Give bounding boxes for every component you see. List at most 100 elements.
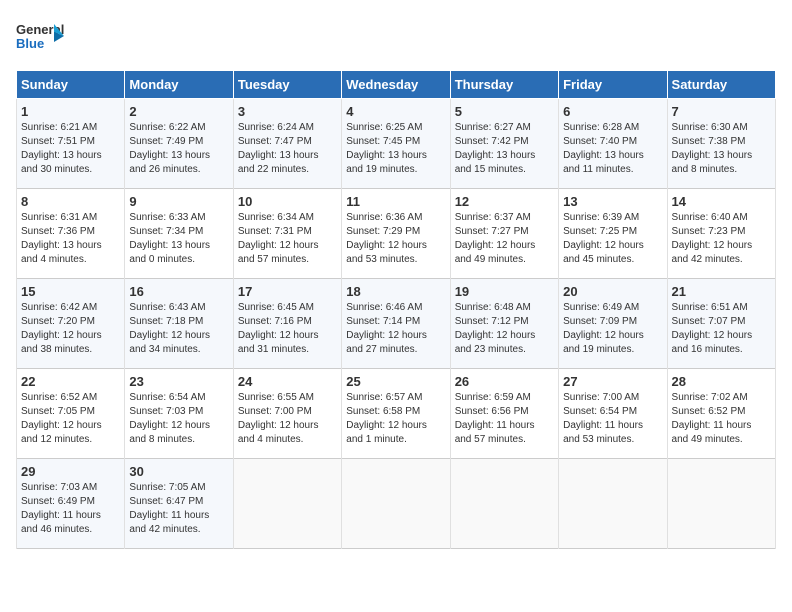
calendar-cell: 17Sunrise: 6:45 AM Sunset: 7:16 PM Dayli… — [233, 279, 341, 369]
weekday-header: Wednesday — [342, 71, 450, 99]
calendar-cell: 27 Sunrise: 7:00 AM Sunset: 6:54 PM Dayli… — [559, 369, 667, 459]
calendar-cell: 14 Sunrise: 6:40 AM Sunset: 7:23 PM Dayli… — [667, 189, 775, 279]
day-info: Sunrise: 7:03 AM Sunset: 6:49 PM Dayligh… — [21, 481, 120, 537]
calendar-cell — [233, 459, 341, 549]
day-info: Sunrise: 6:54 AM Sunset: 7:03 PM Dayligh… — [129, 391, 228, 447]
day-info: Sunrise: 6:21 AM Sunset: 7:51 PM Dayligh… — [21, 121, 120, 177]
calendar-cell: 26 Sunrise: 6:59 AM Sunset: 6:56 PM Dayli… — [450, 369, 558, 459]
day-number: 27 — [563, 374, 662, 389]
day-number: 7 — [672, 104, 771, 119]
calendar-cell: 15 Sunrise: 6:42 AM Sunset: 7:20 PM Dayli… — [17, 279, 125, 369]
day-number: 6 — [563, 104, 662, 119]
logo: GeneralBlue — [16, 16, 66, 60]
day-number: 20 — [563, 284, 662, 299]
day-number: 30 — [129, 464, 228, 479]
day-number: 1 — [21, 104, 120, 119]
day-number: 4 — [346, 104, 445, 119]
calendar-cell: 1 Sunrise: 6:21 AM Sunset: 7:51 PM Daylig… — [17, 99, 125, 189]
calendar-week-row: 15 Sunrise: 6:42 AM Sunset: 7:20 PM Dayli… — [17, 279, 776, 369]
calendar-cell: 20 Sunrise: 6:49 AM Sunset: 7:09 PM Dayli… — [559, 279, 667, 369]
weekday-header: Friday — [559, 71, 667, 99]
day-info: Sunrise: 6:51 AM Sunset: 7:07 PM Dayligh… — [672, 301, 771, 357]
calendar-cell: 7 Sunrise: 6:30 AM Sunset: 7:38 PM Daylig… — [667, 99, 775, 189]
day-number: 26 — [455, 374, 554, 389]
calendar-week-row: 1 Sunrise: 6:21 AM Sunset: 7:51 PM Daylig… — [17, 99, 776, 189]
weekday-header: Thursday — [450, 71, 558, 99]
day-info: Sunrise: 6:52 AM Sunset: 7:05 PM Dayligh… — [21, 391, 120, 447]
calendar-cell: 9Sunrise: 6:33 AM Sunset: 7:34 PM Daylig… — [125, 189, 233, 279]
calendar-cell: 28 Sunrise: 7:02 AM Sunset: 6:52 PM Dayli… — [667, 369, 775, 459]
day-number: 29 — [21, 464, 120, 479]
calendar-cell: 11 Sunrise: 6:36 AM Sunset: 7:29 PM Dayli… — [342, 189, 450, 279]
day-number: 15 — [21, 284, 120, 299]
day-number: 9 — [129, 194, 228, 209]
day-number: 13 — [563, 194, 662, 209]
day-info: Sunrise: 6:28 AM Sunset: 7:40 PM Dayligh… — [563, 121, 662, 177]
weekday-header: Monday — [125, 71, 233, 99]
day-info: Sunrise: 7:00 AM Sunset: 6:54 PM Dayligh… — [563, 391, 662, 447]
day-number: 28 — [672, 374, 771, 389]
day-number: 2 — [129, 104, 228, 119]
day-info: Sunrise: 6:34 AM Sunset: 7:31 PM Dayligh… — [238, 211, 337, 267]
day-number: 5 — [455, 104, 554, 119]
calendar-cell: 22 Sunrise: 6:52 AM Sunset: 7:05 PM Dayli… — [17, 369, 125, 459]
day-info: Sunrise: 6:57 AM Sunset: 6:58 PM Dayligh… — [346, 391, 445, 447]
calendar-cell: 8Sunrise: 6:31 AM Sunset: 7:36 PM Daylig… — [17, 189, 125, 279]
calendar-cell: 4 Sunrise: 6:25 AM Sunset: 7:45 PM Daylig… — [342, 99, 450, 189]
calendar-cell: 24 Sunrise: 6:55 AM Sunset: 7:00 PM Dayli… — [233, 369, 341, 459]
weekday-header: Saturday — [667, 71, 775, 99]
calendar-cell: 3Sunrise: 6:24 AM Sunset: 7:47 PM Daylig… — [233, 99, 341, 189]
calendar-cell: 2 Sunrise: 6:22 AM Sunset: 7:49 PM Daylig… — [125, 99, 233, 189]
calendar-cell: 23 Sunrise: 6:54 AM Sunset: 7:03 PM Dayli… — [125, 369, 233, 459]
day-info: Sunrise: 6:37 AM Sunset: 7:27 PM Dayligh… — [455, 211, 554, 267]
calendar-cell — [342, 459, 450, 549]
calendar-cell: 16Sunrise: 6:43 AM Sunset: 7:18 PM Dayli… — [125, 279, 233, 369]
calendar-cell — [450, 459, 558, 549]
day-number: 19 — [455, 284, 554, 299]
day-number: 3 — [238, 104, 337, 119]
calendar-cell — [559, 459, 667, 549]
page-header: GeneralBlue — [16, 16, 776, 60]
day-number: 23 — [129, 374, 228, 389]
calendar-cell: 21 Sunrise: 6:51 AM Sunset: 7:07 PM Dayli… — [667, 279, 775, 369]
day-info: Sunrise: 6:25 AM Sunset: 7:45 PM Dayligh… — [346, 121, 445, 177]
day-info: Sunrise: 6:36 AM Sunset: 7:29 PM Dayligh… — [346, 211, 445, 267]
logo-svg: GeneralBlue — [16, 16, 66, 60]
calendar-cell — [667, 459, 775, 549]
day-number: 14 — [672, 194, 771, 209]
calendar-cell: 25Sunrise: 6:57 AM Sunset: 6:58 PM Dayli… — [342, 369, 450, 459]
calendar-cell: 19 Sunrise: 6:48 AM Sunset: 7:12 PM Dayli… — [450, 279, 558, 369]
calendar-cell: 5 Sunrise: 6:27 AM Sunset: 7:42 PM Daylig… — [450, 99, 558, 189]
day-info: Sunrise: 6:42 AM Sunset: 7:20 PM Dayligh… — [21, 301, 120, 357]
day-info: Sunrise: 6:39 AM Sunset: 7:25 PM Dayligh… — [563, 211, 662, 267]
weekday-header: Sunday — [17, 71, 125, 99]
calendar-cell: 13 Sunrise: 6:39 AM Sunset: 7:25 PM Dayli… — [559, 189, 667, 279]
calendar-week-row: 8Sunrise: 6:31 AM Sunset: 7:36 PM Daylig… — [17, 189, 776, 279]
calendar-cell: 12Sunrise: 6:37 AM Sunset: 7:27 PM Dayli… — [450, 189, 558, 279]
weekday-header: Tuesday — [233, 71, 341, 99]
calendar-cell: 30Sunrise: 7:05 AM Sunset: 6:47 PM Dayli… — [125, 459, 233, 549]
header-row: SundayMondayTuesdayWednesdayThursdayFrid… — [17, 71, 776, 99]
day-info: Sunrise: 6:45 AM Sunset: 7:16 PM Dayligh… — [238, 301, 337, 357]
day-number: 11 — [346, 194, 445, 209]
day-info: Sunrise: 6:43 AM Sunset: 7:18 PM Dayligh… — [129, 301, 228, 357]
day-number: 21 — [672, 284, 771, 299]
day-info: Sunrise: 6:49 AM Sunset: 7:09 PM Dayligh… — [563, 301, 662, 357]
calendar-week-row: 22 Sunrise: 6:52 AM Sunset: 7:05 PM Dayli… — [17, 369, 776, 459]
day-number: 24 — [238, 374, 337, 389]
day-info: Sunrise: 6:46 AM Sunset: 7:14 PM Dayligh… — [346, 301, 445, 357]
day-info: Sunrise: 6:27 AM Sunset: 7:42 PM Dayligh… — [455, 121, 554, 177]
day-info: Sunrise: 6:40 AM Sunset: 7:23 PM Dayligh… — [672, 211, 771, 267]
calendar-table: SundayMondayTuesdayWednesdayThursdayFrid… — [16, 70, 776, 549]
day-info: Sunrise: 6:55 AM Sunset: 7:00 PM Dayligh… — [238, 391, 337, 447]
calendar-cell: 6 Sunrise: 6:28 AM Sunset: 7:40 PM Daylig… — [559, 99, 667, 189]
day-info: Sunrise: 6:59 AM Sunset: 6:56 PM Dayligh… — [455, 391, 554, 447]
day-info: Sunrise: 6:30 AM Sunset: 7:38 PM Dayligh… — [672, 121, 771, 177]
calendar-cell: 10Sunrise: 6:34 AM Sunset: 7:31 PM Dayli… — [233, 189, 341, 279]
day-info: Sunrise: 7:02 AM Sunset: 6:52 PM Dayligh… — [672, 391, 771, 447]
day-number: 8 — [21, 194, 120, 209]
day-number: 22 — [21, 374, 120, 389]
day-info: Sunrise: 6:22 AM Sunset: 7:49 PM Dayligh… — [129, 121, 228, 177]
calendar-cell: 29 Sunrise: 7:03 AM Sunset: 6:49 PM Dayli… — [17, 459, 125, 549]
day-info: Sunrise: 6:48 AM Sunset: 7:12 PM Dayligh… — [455, 301, 554, 357]
